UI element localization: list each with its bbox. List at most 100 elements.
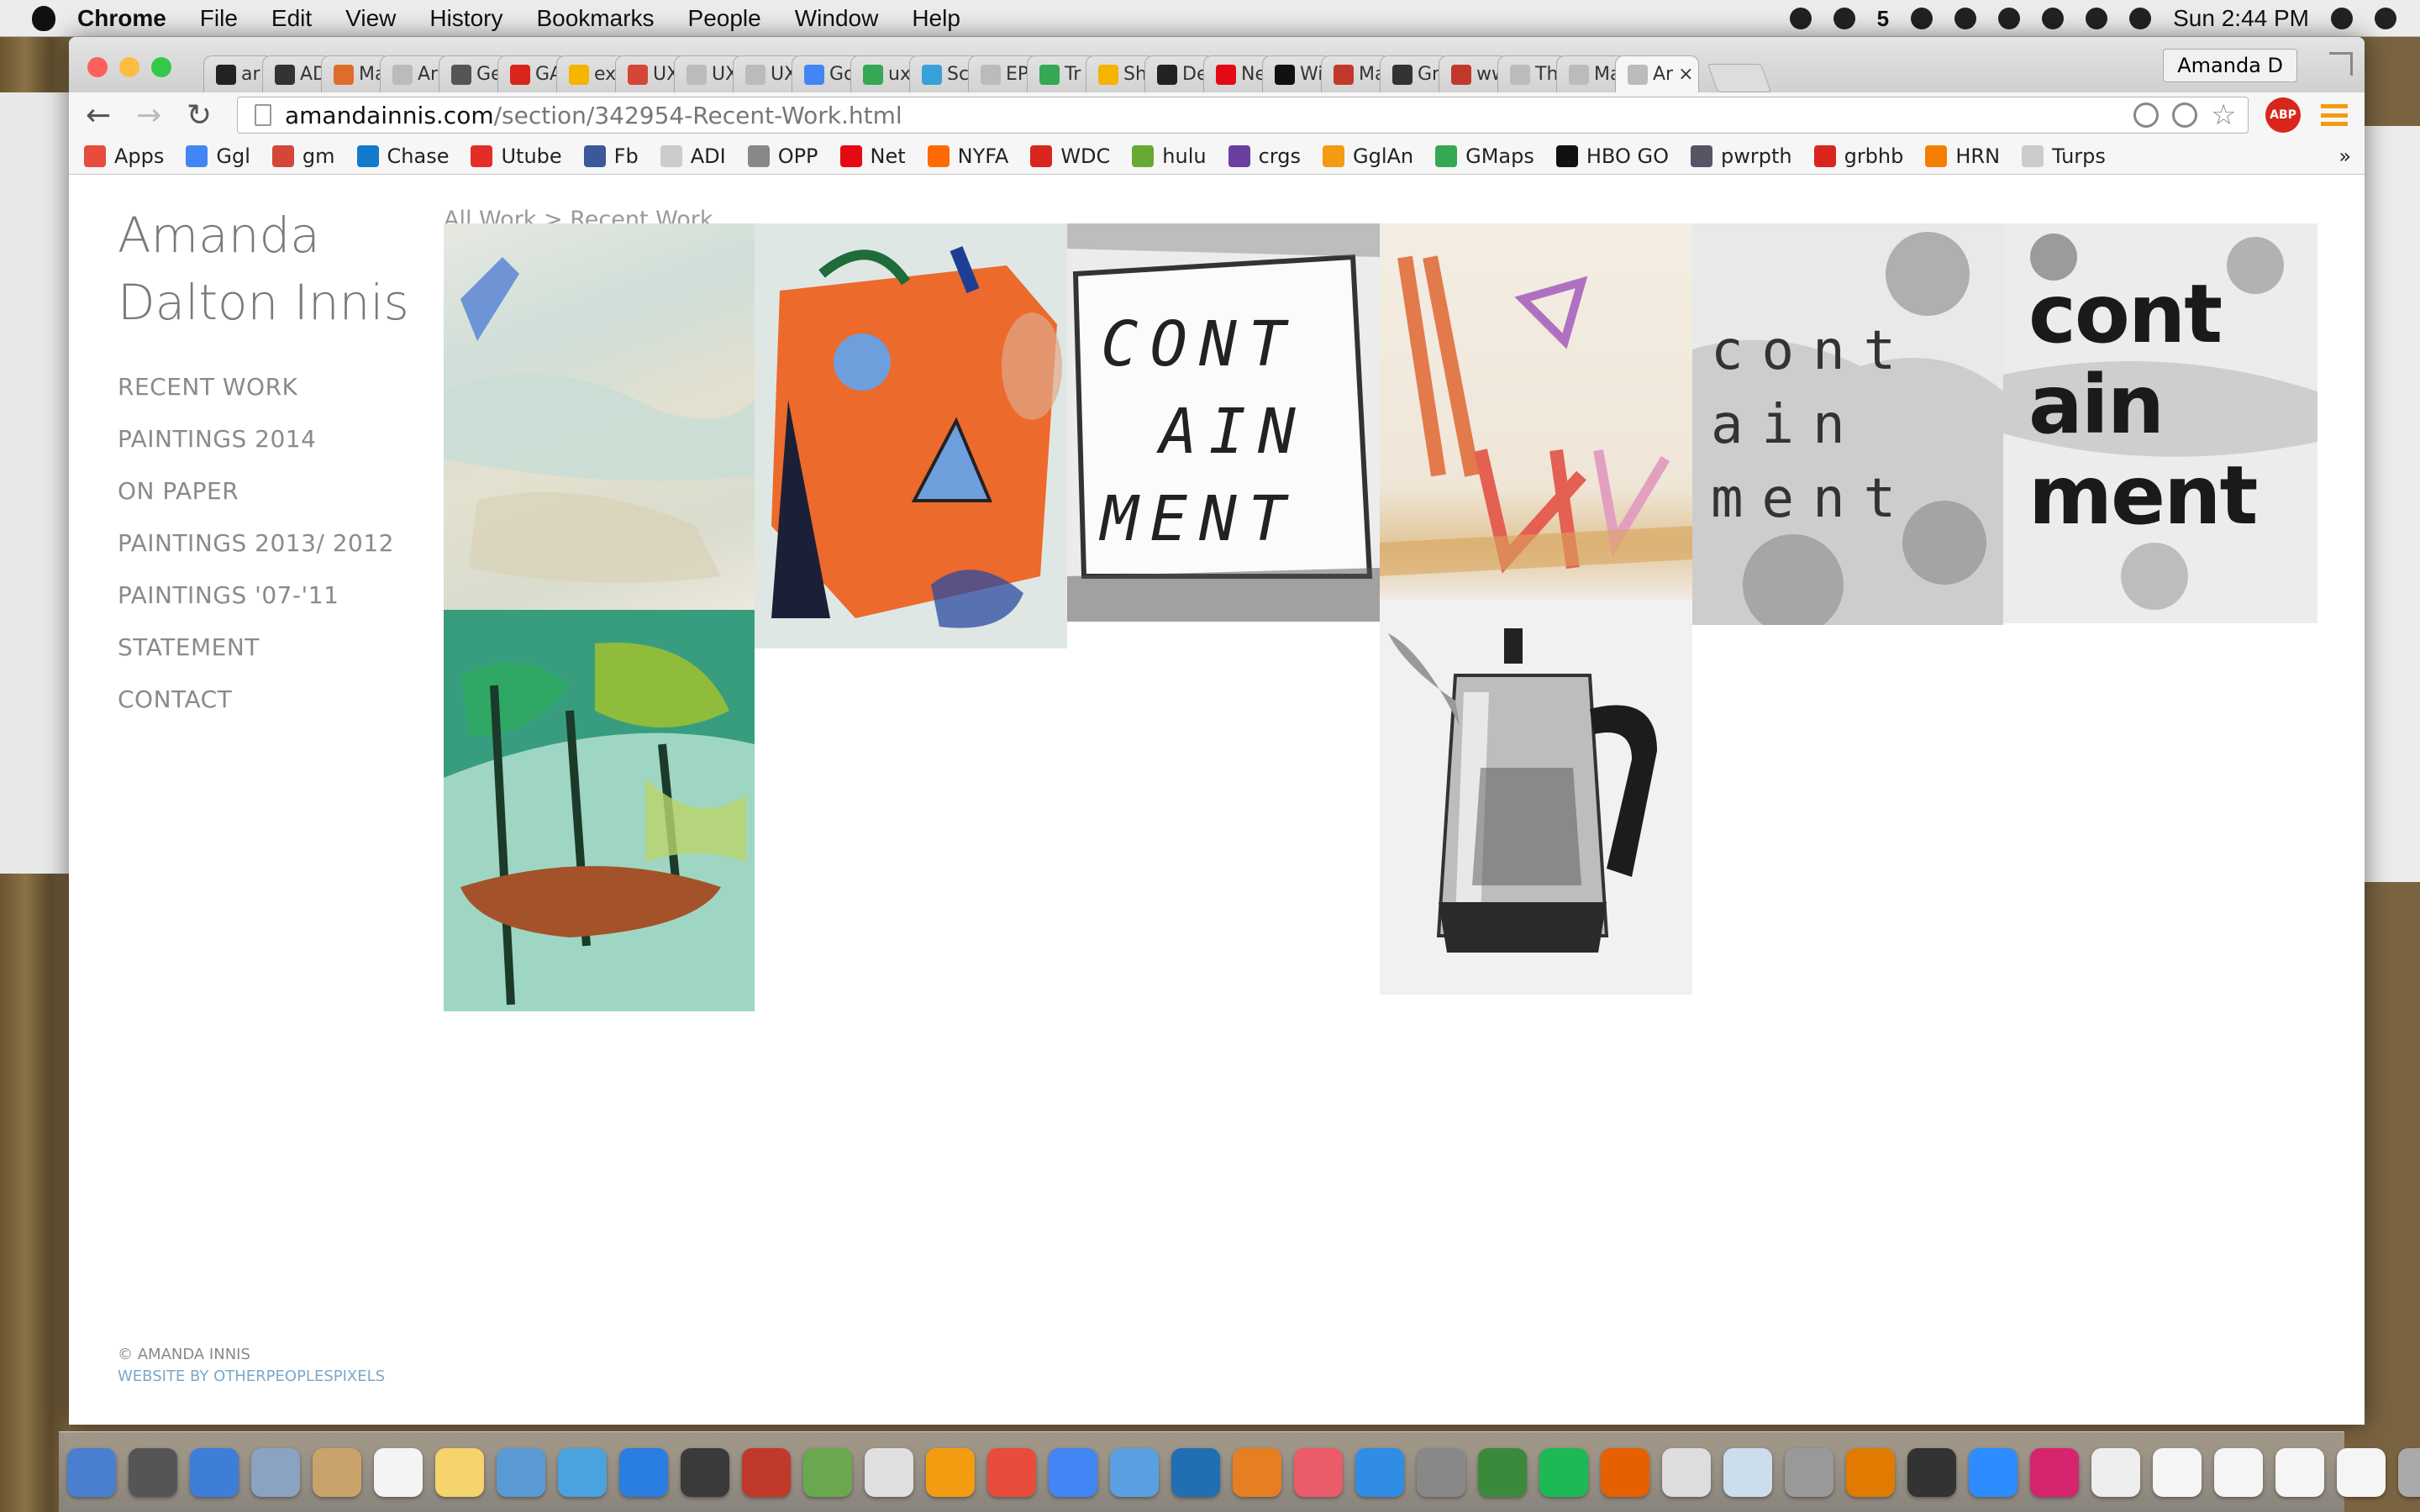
menu-people[interactable]: People bbox=[688, 5, 761, 32]
dock-app-icon[interactable] bbox=[1110, 1447, 1159, 1497]
reload-button[interactable]: ↻ bbox=[187, 98, 212, 133]
dock-app-icon[interactable] bbox=[313, 1447, 361, 1497]
bookmark-7[interactable]: OPP bbox=[747, 144, 818, 168]
menu-file[interactable]: File bbox=[200, 5, 238, 32]
dock-app-icon[interactable] bbox=[558, 1447, 607, 1497]
dock-app-icon[interactable] bbox=[1969, 1447, 2018, 1497]
bookmark-19[interactable]: Turps bbox=[2022, 144, 2106, 168]
bookmark-4[interactable]: Utube bbox=[471, 144, 562, 168]
menu-edit[interactable]: Edit bbox=[271, 5, 312, 32]
menu-history[interactable]: History bbox=[429, 5, 502, 32]
bookmark-12[interactable]: crgs bbox=[1228, 144, 1301, 168]
bell-icon[interactable] bbox=[1911, 8, 1933, 29]
battery-icon[interactable] bbox=[2129, 8, 2152, 29]
dock-app-icon[interactable] bbox=[374, 1447, 423, 1497]
new-tab-button[interactable] bbox=[1707, 64, 1772, 92]
bookmark-17[interactable]: grbhb bbox=[1813, 144, 1903, 168]
nav-recent-work[interactable]: RECENT WORK bbox=[118, 373, 394, 425]
menu-window[interactable]: Window bbox=[795, 5, 879, 32]
adblock-icon[interactable]: ABP bbox=[2265, 97, 2301, 133]
dock-app-icon[interactable] bbox=[1478, 1447, 1527, 1497]
zoom-icon[interactable] bbox=[2172, 102, 2197, 128]
dock-app-icon[interactable] bbox=[1171, 1447, 1220, 1497]
dock-app-icon[interactable] bbox=[2275, 1447, 2324, 1497]
dock-app-icon[interactable] bbox=[1417, 1447, 1465, 1497]
bookmark-15[interactable]: HBO GO bbox=[1555, 144, 1669, 168]
dock-app-icon[interactable] bbox=[2030, 1447, 2079, 1497]
tab-24[interactable]: Ar × bbox=[1615, 55, 1699, 92]
dock-app-icon[interactable] bbox=[1662, 1447, 1711, 1497]
artwork-pale-abstract[interactable] bbox=[444, 223, 755, 610]
dock-app-icon[interactable] bbox=[2091, 1447, 2140, 1497]
menu-view[interactable]: View bbox=[345, 5, 396, 32]
artwork-containment-3[interactable]: cont ain ment bbox=[2003, 223, 2317, 623]
dock-app-icon[interactable] bbox=[251, 1447, 300, 1497]
profile-button[interactable]: Amanda D bbox=[2163, 49, 2297, 82]
dock-app-icon[interactable] bbox=[2398, 1447, 2420, 1497]
dock-app-icon[interactable] bbox=[497, 1447, 545, 1497]
back-button[interactable]: ← bbox=[86, 98, 111, 133]
dock-app-icon[interactable] bbox=[742, 1447, 791, 1497]
artwork-orange-face[interactable] bbox=[755, 223, 1067, 648]
forward-button[interactable]: → bbox=[136, 98, 161, 133]
adobe-count[interactable]: 5 bbox=[1877, 6, 1889, 32]
zoom-window-icon[interactable] bbox=[151, 57, 171, 77]
bookmark-0[interactable]: Apps bbox=[84, 144, 164, 168]
cookie-icon[interactable] bbox=[2133, 102, 2159, 128]
address-bar[interactable]: amandainnis.com/section/342954-Recent-Wo… bbox=[237, 97, 2249, 134]
dock-app-icon[interactable] bbox=[1294, 1447, 1343, 1497]
nav-statement[interactable]: STATEMENT bbox=[118, 633, 394, 685]
chrome-menu-icon[interactable] bbox=[2321, 104, 2348, 126]
nav-paintings-2013-2012[interactable]: PAINTINGS 2013/ 2012 bbox=[118, 529, 394, 581]
bookmark-10[interactable]: WDC bbox=[1030, 144, 1110, 168]
dock-app-icon[interactable] bbox=[1539, 1447, 1588, 1497]
dock-app-icon[interactable] bbox=[2337, 1447, 2386, 1497]
dock-app-icon[interactable] bbox=[865, 1447, 913, 1497]
dock-app-icon[interactable] bbox=[1723, 1447, 1772, 1497]
bookmark-11[interactable]: hulu bbox=[1132, 144, 1207, 168]
wifi-icon[interactable] bbox=[2042, 8, 2065, 29]
clock[interactable]: Sun 2:44 PM bbox=[2173, 5, 2309, 32]
artwork-containment-1[interactable]: CONT AIN MENT bbox=[1067, 223, 1380, 622]
star-icon[interactable]: ☆ bbox=[2211, 101, 2236, 129]
dock-app-icon[interactable] bbox=[129, 1447, 177, 1497]
dock-app-icon[interactable] bbox=[1233, 1447, 1281, 1497]
headphones-icon[interactable] bbox=[1833, 8, 1855, 29]
bookmark-9[interactable]: NYFA bbox=[927, 144, 1008, 168]
artwork-coffee-pot[interactable] bbox=[1380, 600, 1692, 995]
artwork-green-forest[interactable] bbox=[444, 610, 755, 1011]
bookmark-16[interactable]: pwrpth bbox=[1690, 144, 1792, 168]
time-machine-icon[interactable] bbox=[1954, 8, 1977, 29]
bluetooth-icon[interactable] bbox=[1998, 8, 2021, 29]
dock-app-icon[interactable] bbox=[1846, 1447, 1895, 1497]
dock-app-icon[interactable] bbox=[435, 1447, 484, 1497]
dock-app-icon[interactable] bbox=[619, 1447, 668, 1497]
close-window-icon[interactable] bbox=[87, 57, 108, 77]
dock-app-icon[interactable] bbox=[1355, 1447, 1404, 1497]
menu-app-chrome[interactable]: Chrome bbox=[77, 5, 166, 32]
bookmark-8[interactable]: Net bbox=[839, 144, 906, 168]
dock-app-icon[interactable] bbox=[1601, 1447, 1649, 1497]
dock-app-icon[interactable] bbox=[2153, 1447, 2202, 1497]
menu-bookmarks[interactable]: Bookmarks bbox=[536, 5, 654, 32]
spotlight-icon[interactable] bbox=[2331, 8, 2353, 29]
footer-credit-link[interactable]: WEBSITE BY OTHERPEOPLESPIXELS bbox=[118, 1366, 385, 1388]
dock-app-icon[interactable] bbox=[1907, 1447, 1956, 1497]
artwork-containment-2[interactable]: cont ain ment bbox=[1692, 223, 2003, 625]
bookmarks-overflow-icon[interactable]: » bbox=[2338, 144, 2351, 168]
site-title[interactable]: Amanda Dalton Innis bbox=[118, 202, 454, 336]
minimize-window-icon[interactable] bbox=[119, 57, 139, 77]
dock-app-icon[interactable] bbox=[926, 1447, 975, 1497]
dock-app-icon[interactable] bbox=[1049, 1447, 1097, 1497]
nav-on-paper[interactable]: ON PAPER bbox=[118, 477, 394, 529]
dock-app-icon[interactable] bbox=[987, 1447, 1036, 1497]
bookmark-13[interactable]: GglAn bbox=[1322, 144, 1413, 168]
dock-app-icon[interactable] bbox=[1785, 1447, 1833, 1497]
dock-app-icon[interactable] bbox=[67, 1447, 116, 1497]
apple-icon[interactable] bbox=[32, 5, 55, 31]
close-tab-icon[interactable]: × bbox=[1678, 64, 1693, 85]
bookmark-14[interactable]: GMaps bbox=[1435, 144, 1534, 168]
bookmark-1[interactable]: Ggl bbox=[186, 144, 250, 168]
notification-center-icon[interactable] bbox=[2375, 8, 2396, 29]
menu-help[interactable]: Help bbox=[912, 5, 960, 32]
